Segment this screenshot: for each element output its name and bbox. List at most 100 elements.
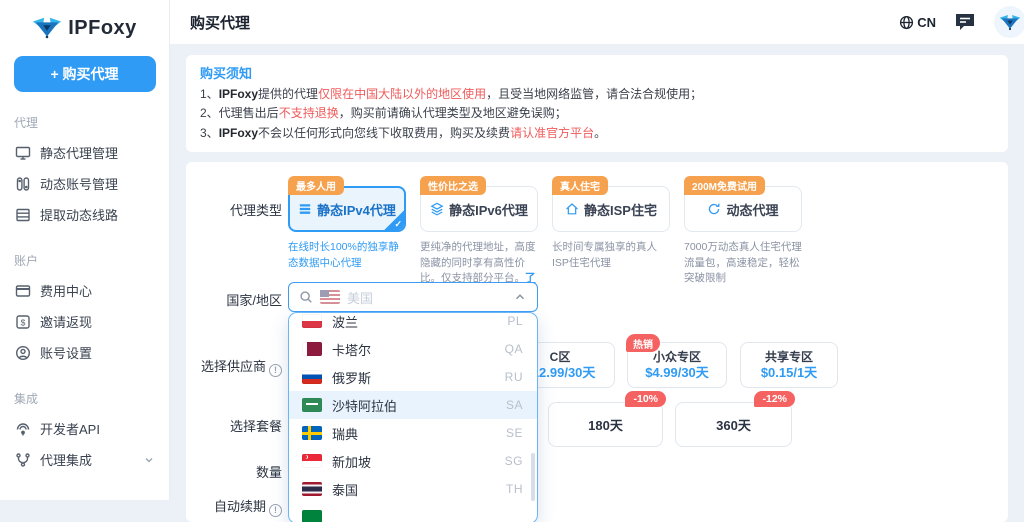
chevron-down-icon [143,454,155,466]
country-flag-qa [302,342,322,356]
country-option[interactable]: 俄罗斯 RU [289,363,537,391]
buy-proxy-button[interactable]: + 购买代理 [14,56,156,92]
page-title: 购买代理 [190,12,250,33]
selected-country-flag [320,290,340,304]
country-flag-ru [302,370,322,384]
supplier-price: $4.99/30天 [645,365,709,381]
country-code: QA [505,342,523,356]
package-duration: 360天 [716,415,751,434]
country-flag-sg [302,454,322,468]
supplier-card[interactable]: 热销小众专区$4.99/30天 [627,342,727,388]
country-option[interactable]: 沙特阿拉伯 SA [289,391,537,419]
quantity-label: 数量 [186,462,282,481]
dropdown-scrollbar[interactable] [531,453,535,501]
sidebar-item-label: 邀请返现 [40,312,92,331]
purchase-form: 代理类型 最多人用静态IPv4代理✓在线时长100%的独享静态数据中心代理性价比… [186,162,1008,522]
info-icon[interactable]: ! [269,364,282,377]
country-code: SG [505,454,523,468]
package-card[interactable]: 180天-10% [548,402,663,447]
cashback-icon: $ [15,314,31,330]
country-flag-se [302,426,322,440]
fox-logo-icon [32,16,62,40]
country-name: 沙特阿拉伯 [332,396,496,415]
card-icon [15,283,31,299]
country-code: RU [505,370,523,384]
rows-icon [15,207,31,223]
country-dropdown: 波兰PL卡塔尔QA 俄罗斯 RU 沙特阿拉伯 SA 瑞典SE 新加坡 SG 泰国 TH [288,312,538,522]
country-name: 瑞典 [332,424,496,443]
sidebar-item-label: 开发者API [40,419,100,438]
sidebar: IPFoxy + 购买代理 代理静态代理管理动态账号管理提取动态线路账户费用中心… [0,0,170,500]
layers-icon [430,202,444,216]
sidebar-item-sliders[interactable]: 动态账号管理 [0,168,169,199]
country-name: 波兰 [332,312,497,331]
sliders-icon [15,176,31,192]
sidebar-item-label: 静态代理管理 [40,143,118,162]
language-selector[interactable]: CN [899,15,936,30]
sidebar-item-label: 代理集成 [40,450,92,469]
country-flag-pl [302,314,322,328]
country-option[interactable]: 泰国 TH [289,475,537,503]
proxy-type-title: 静态IPv4代理 [317,200,396,219]
sidebar-item-integration[interactable]: 代理集成 [0,444,169,475]
sidebar-section: 代理静态代理管理动态账号管理提取动态线路 [0,114,169,230]
country-flag-sa [302,398,322,412]
proxy-type-card[interactable]: 200M免费试用动态代理7000万动态真人住宅代理流量包，高速稳定，轻松突破限制 [684,186,802,301]
sidebar-item-cashback[interactable]: $ 邀请返现 [0,306,169,337]
country-option[interactable] [289,503,537,522]
supplier-name: C区 [550,350,571,365]
supplier-card[interactable]: 共享专区$0.15/1天 [740,342,838,388]
package-card[interactable]: 360天-12% [675,402,792,447]
promo-badge: 200M免费试用 [684,176,765,195]
server-icon [298,202,312,216]
country-flag-tm [302,510,322,522]
country-select[interactable]: 美国 [288,282,538,312]
country-option[interactable]: 波兰PL [289,312,537,335]
promo-badge: 性价比之选 [420,176,486,195]
proxy-type-title: 静态ISP住宅 [584,200,657,219]
sidebar-item-monitor[interactable]: 静态代理管理 [0,137,169,168]
notice-line: 3、IPFoxy不会以任何形式向您线下收取费用，购买及续费请认准官方平台。 [200,124,994,143]
sidebar-item-label: 动态账号管理 [40,174,118,193]
globe-icon [899,15,914,30]
country-code: TH [506,482,523,496]
sidebar-item-label: 账号设置 [40,343,92,362]
hot-badge: 热销 [626,334,660,352]
info-icon[interactable]: ! [269,504,282,517]
notice-line: 2、代理售出后不支持退换，购买前请确认代理类型及地区避免误购； [200,104,994,123]
discount-badge: -10% [625,391,666,407]
sidebar-item-card[interactable]: 费用中心 [0,275,169,306]
country-option[interactable]: 卡塔尔QA [289,335,537,363]
sidebar-item-api[interactable]: 开发者API [0,413,169,444]
supplier-name: 共享专区 [765,350,813,365]
country-option[interactable]: 新加坡 SG [289,447,537,475]
country-code: SA [506,398,523,412]
notice-line: 1、IPFoxy提供的代理仅限在中国大陆以外的地区使用，且受当地网络监管，请合法… [200,85,994,104]
sidebar-item-label: 提取动态线路 [40,205,118,224]
purchase-notice: 购买须知 1、IPFoxy提供的代理仅限在中国大陆以外的地区使用，且受当地网络监… [186,55,1008,152]
supplier-price: $0.15/1天 [761,365,817,381]
proxy-type-desc: 长时间专属独享的真人ISP住宅代理 [552,240,670,270]
country-label: 国家/地区 [186,290,282,309]
search-icon [299,290,313,304]
country-name: 俄罗斯 [332,368,495,387]
brand-name: IPFoxy [68,17,137,40]
svg-text:$: $ [21,317,26,327]
country-name: 新加坡 [332,452,495,471]
sidebar-item-rows[interactable]: 提取动态线路 [0,199,169,230]
sidebar-section: 账户费用中心$邀请返现账号设置 [0,252,169,368]
brand-logo: IPFoxy [0,0,169,40]
proxy-type-card[interactable]: 真人住宅静态ISP住宅长时间专属独享的真人ISP住宅代理 [552,186,670,301]
sidebar-item-user[interactable]: 账号设置 [0,337,169,368]
country-flag-th [302,482,322,496]
user-avatar[interactable] [994,6,1024,38]
country-option[interactable]: 瑞典SE [289,419,537,447]
country-name: 泰国 [332,480,496,499]
monitor-icon [15,145,31,161]
notice-title: 购买须知 [200,63,994,82]
sidebar-item-label: 费用中心 [40,281,92,300]
proxy-type-desc: 7000万动态真人住宅代理流量包，高速稳定，轻松突破限制 [684,240,802,286]
user-icon [15,345,31,361]
chat-icon[interactable] [954,12,976,32]
package-label: 选择套餐 [186,416,282,435]
